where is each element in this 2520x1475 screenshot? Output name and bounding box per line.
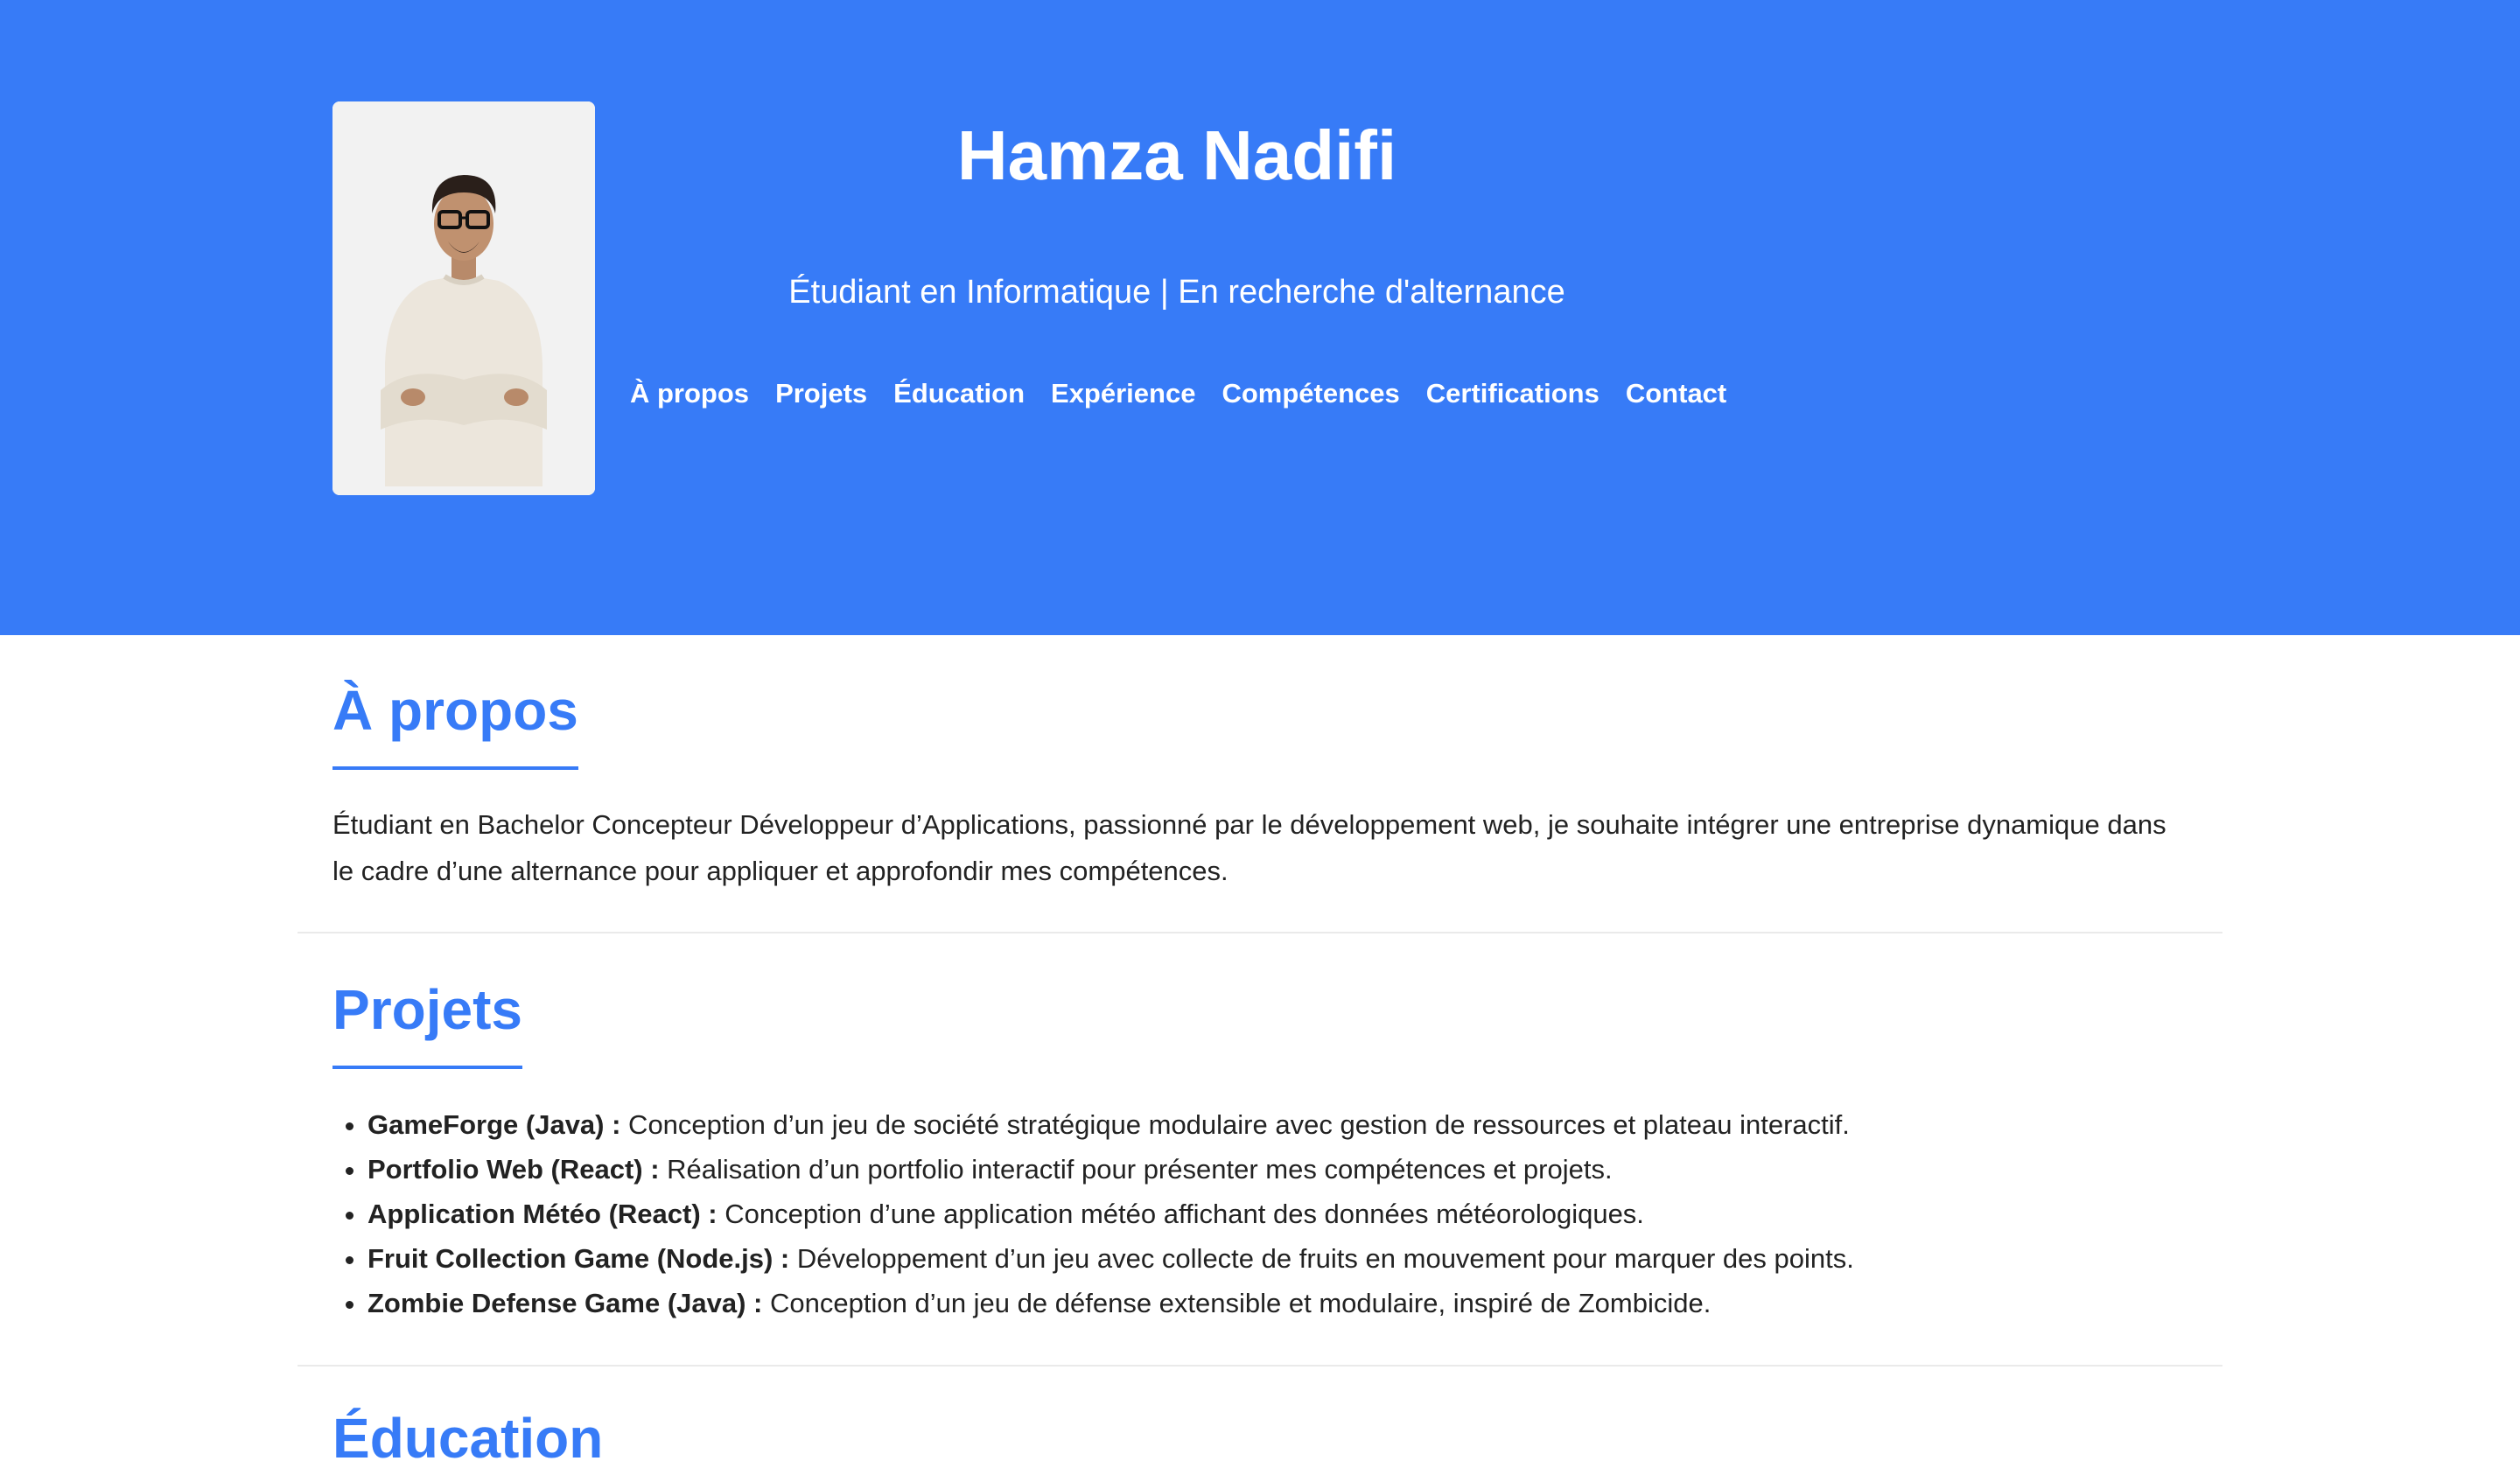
nav-link-education[interactable]: Éducation [893,378,1025,409]
nav-item: Compétences [1222,373,1399,415]
project-name: Zombie Defense Game (Java) : [368,1288,763,1318]
about-title: À propos [332,674,578,770]
list-item: Portfolio Web (React) : Réalisation d’un… [368,1147,2222,1192]
nav-item: Projets [775,373,867,415]
nav-link-about[interactable]: À propos [630,378,749,409]
education-title: Éducation [332,1407,604,1470]
about-text: Étudiant en Bachelor Concepteur Développ… [332,809,2166,886]
about-section: À propos Étudiant en Bachelor Concepteur… [298,674,2222,894]
list-item: Fruit Collection Game (Node.js) : Dévelo… [368,1236,2222,1281]
list-item: Application Météo (React) : Conception d… [368,1192,2222,1236]
nav-item: À propos [630,373,749,415]
page-title: Hamza Nadifi [956,116,1397,194]
profile-photo [332,101,595,495]
project-name: Application Météo (React) : [368,1199,718,1229]
nav-item: Expérience [1051,373,1195,415]
header-subtitle: Étudiant en Informatique | En recherche … [788,274,1565,311]
project-description: Réalisation d’un portfolio interactif po… [659,1154,1613,1185]
projects-list: GameForge (Java) : Conception d’un jeu d… [332,1102,2222,1325]
nav-link-experience[interactable]: Expérience [1051,378,1195,409]
section-divider [298,1365,2222,1367]
site-header: Hamza Nadifi Étudiant en Informatique | … [0,0,2520,635]
project-description: Conception d’un jeu de société stratégiq… [620,1109,1850,1140]
nav-link-certifications[interactable]: Certifications [1426,378,1600,409]
list-item: Zombie Defense Game (Java) : Conception … [368,1281,2222,1325]
projects-title: Projets [332,973,522,1069]
list-item: GameForge (Java) : Conception d’un jeu d… [368,1102,2222,1147]
project-name: GameForge (Java) : [368,1109,621,1140]
nav-link-contact[interactable]: Contact [1626,378,1726,409]
nav-link-skills[interactable]: Compétences [1222,378,1399,409]
nav-item: Contact [1626,373,1726,415]
project-description: Conception d’une application météo affic… [717,1199,1644,1229]
main-nav: À propos Projets Éducation Expérience Co… [630,373,1726,415]
nav-item: Certifications [1426,373,1600,415]
nav-item: Éducation [893,373,1025,415]
projects-section: Projets GameForge (Java) : Conception d’… [298,973,2222,1325]
project-description: Conception d’un jeu de défense extensibl… [762,1288,1712,1318]
section-divider [298,932,2222,933]
nav-link-projects[interactable]: Projets [775,378,867,409]
project-name: Portfolio Web (React) : [368,1154,660,1185]
project-name: Fruit Collection Game (Node.js) : [368,1243,790,1274]
project-description: Développement d’un jeu avec collecte de … [789,1243,1854,1274]
